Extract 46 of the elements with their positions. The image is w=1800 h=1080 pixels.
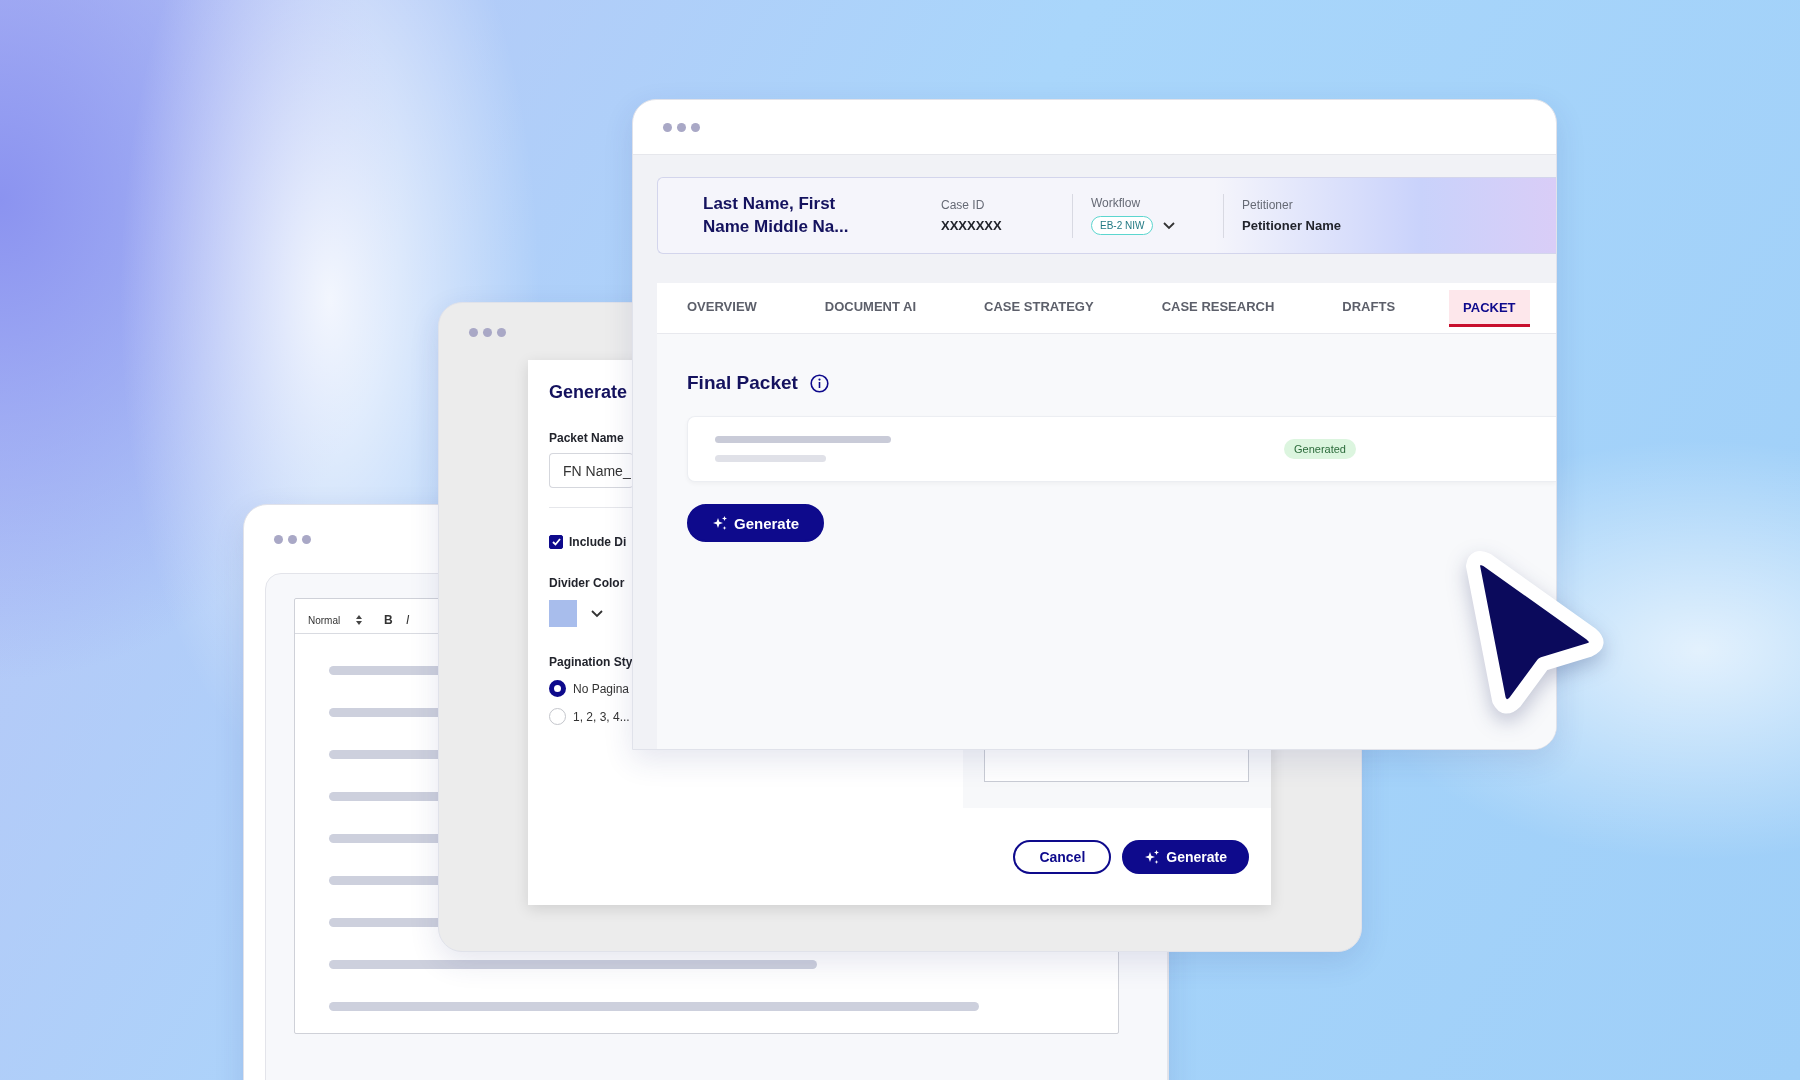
field-label: Pagination Sty [549, 655, 633, 669]
tab[interactable]: CASE STRATEGY [970, 283, 1108, 333]
radio-button[interactable] [549, 680, 566, 697]
client-name: Last Name, First Name Middle Na... [703, 193, 850, 238]
color-swatch[interactable] [549, 600, 577, 627]
checkbox[interactable] [549, 535, 563, 549]
tab[interactable]: DRAFTS [1328, 283, 1410, 333]
chevron-down-icon[interactable] [1163, 221, 1176, 230]
generate-button[interactable]: Generate [1122, 839, 1249, 874]
generate-button[interactable]: Generate [687, 504, 825, 542]
petitioner-name: Petitioner Name [1242, 218, 1342, 233]
status-badge: Generated [1284, 439, 1356, 459]
bold-button[interactable]: B [384, 613, 406, 627]
style-select[interactable]: Normal [308, 614, 356, 626]
checkbox-label: Include Di [569, 535, 627, 549]
info-icon[interactable] [809, 373, 829, 393]
tab[interactable]: OVERVIEW [673, 283, 771, 333]
case-id: XXXXXXX [941, 218, 1003, 233]
italic-button[interactable]: I [406, 613, 428, 627]
window-dot [483, 328, 492, 337]
sparkle-icon [1144, 848, 1161, 865]
window-dot [302, 534, 311, 544]
workflow-label: Workflow [1091, 196, 1142, 210]
window-dot [469, 328, 478, 337]
field-label: Divider Color [549, 576, 625, 590]
radio-label: 1, 2, 3, 4... [573, 709, 630, 724]
petitioner-label: Petitioner [1242, 198, 1294, 212]
window-dot [497, 328, 506, 337]
dialog-title: Generate [549, 382, 628, 403]
radio-label: No Pagina [573, 681, 630, 696]
workflow-tag: EB-2 NIW [1091, 216, 1154, 235]
window-dot [691, 122, 700, 132]
field-label: Packet Name [549, 431, 624, 445]
window-dot [663, 122, 672, 132]
section-title: Final Packet [687, 372, 798, 394]
chevron-down-icon[interactable] [591, 609, 603, 618]
tab[interactable]: DOCUMENT AI [810, 283, 931, 333]
sparkle-icon [712, 515, 728, 531]
window-dot [274, 534, 283, 544]
up-down-icon [356, 615, 362, 625]
tab[interactable]: PACKET [1449, 290, 1530, 327]
window-dot [677, 122, 686, 132]
tab[interactable]: CASE RESEARCH [1147, 283, 1289, 333]
cancel-button[interactable]: Cancel [1013, 839, 1112, 874]
case-id-label: Case ID [941, 198, 986, 212]
window-dot [288, 534, 297, 544]
